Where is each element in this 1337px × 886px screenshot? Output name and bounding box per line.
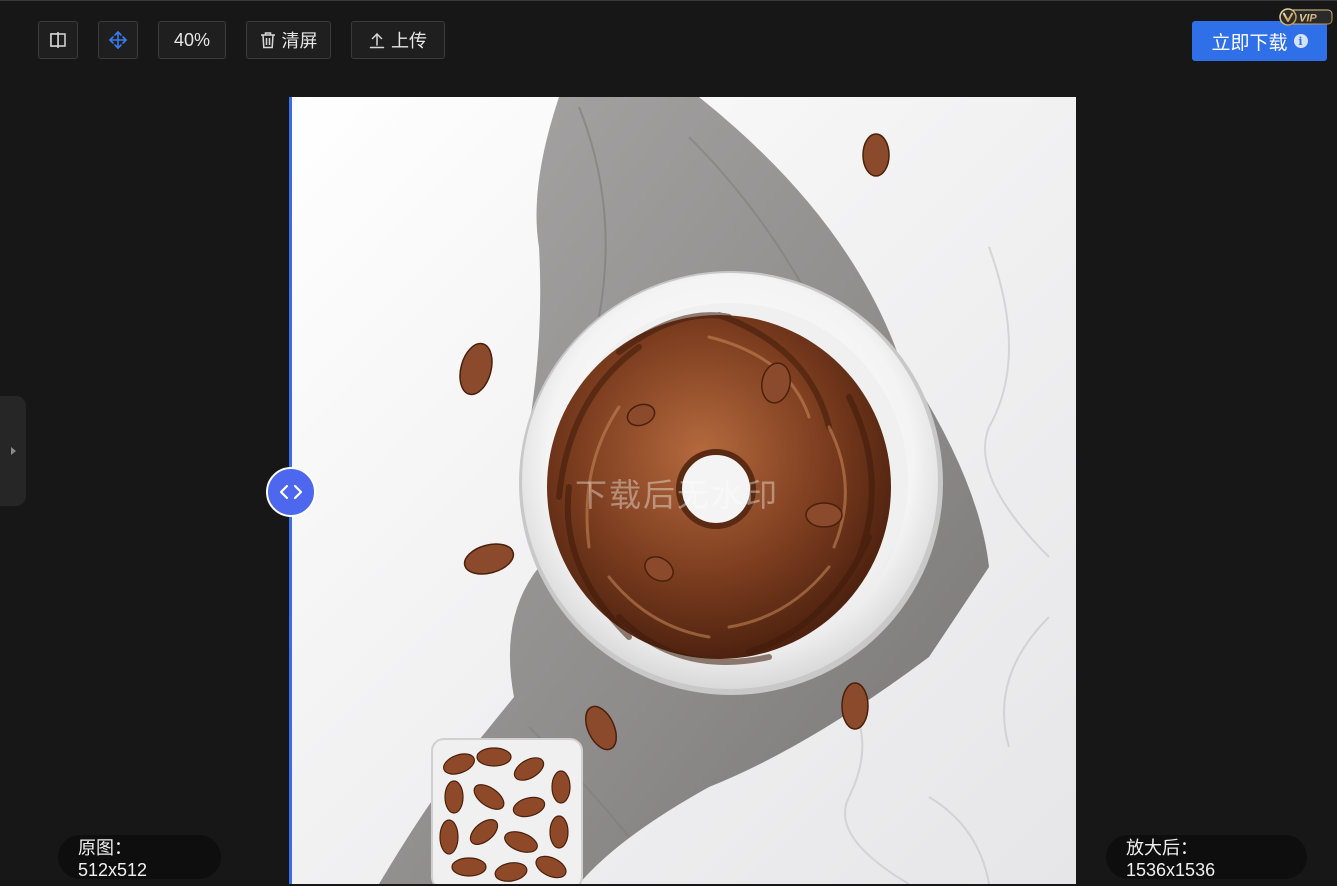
upscaled-size-label: 放大后：1536x1536 (1106, 835, 1307, 880)
upload-button[interactable]: 上传 (351, 21, 445, 59)
image-preview[interactable] (289, 97, 1076, 884)
download-now-button[interactable]: 立即下载 i (1192, 21, 1327, 61)
split-view-icon (50, 32, 66, 48)
move-tool-button[interactable] (98, 21, 138, 59)
zoom-level-button[interactable]: 40% (158, 21, 226, 59)
side-panel-toggle[interactable] (0, 396, 26, 506)
compare-split-handle[interactable] (266, 467, 316, 517)
clear-screen-label: 清屏 (281, 31, 318, 51)
vip-badge: VIP (1279, 8, 1333, 26)
top-border (0, 0, 1337, 1)
bundt-cake-photo (379, 97, 1050, 884)
compare-view-button[interactable] (38, 21, 78, 59)
clear-screen-button[interactable]: 清屏 (246, 21, 331, 59)
zoom-level-label: 40% (173, 29, 211, 50)
original-size-label: 原图：512x512 (58, 835, 221, 880)
download-now-label: 立即下载 (1211, 32, 1288, 54)
vip-label: VIP (1299, 13, 1317, 25)
info-icon[interactable]: i (1293, 34, 1308, 48)
upload-icon (369, 32, 385, 49)
trash-icon (260, 32, 275, 49)
move-arrows-icon (109, 31, 127, 49)
caret-right-icon (11, 447, 16, 455)
chevron-left-right-icon (279, 484, 303, 500)
upload-label: 上传 (391, 31, 427, 51)
